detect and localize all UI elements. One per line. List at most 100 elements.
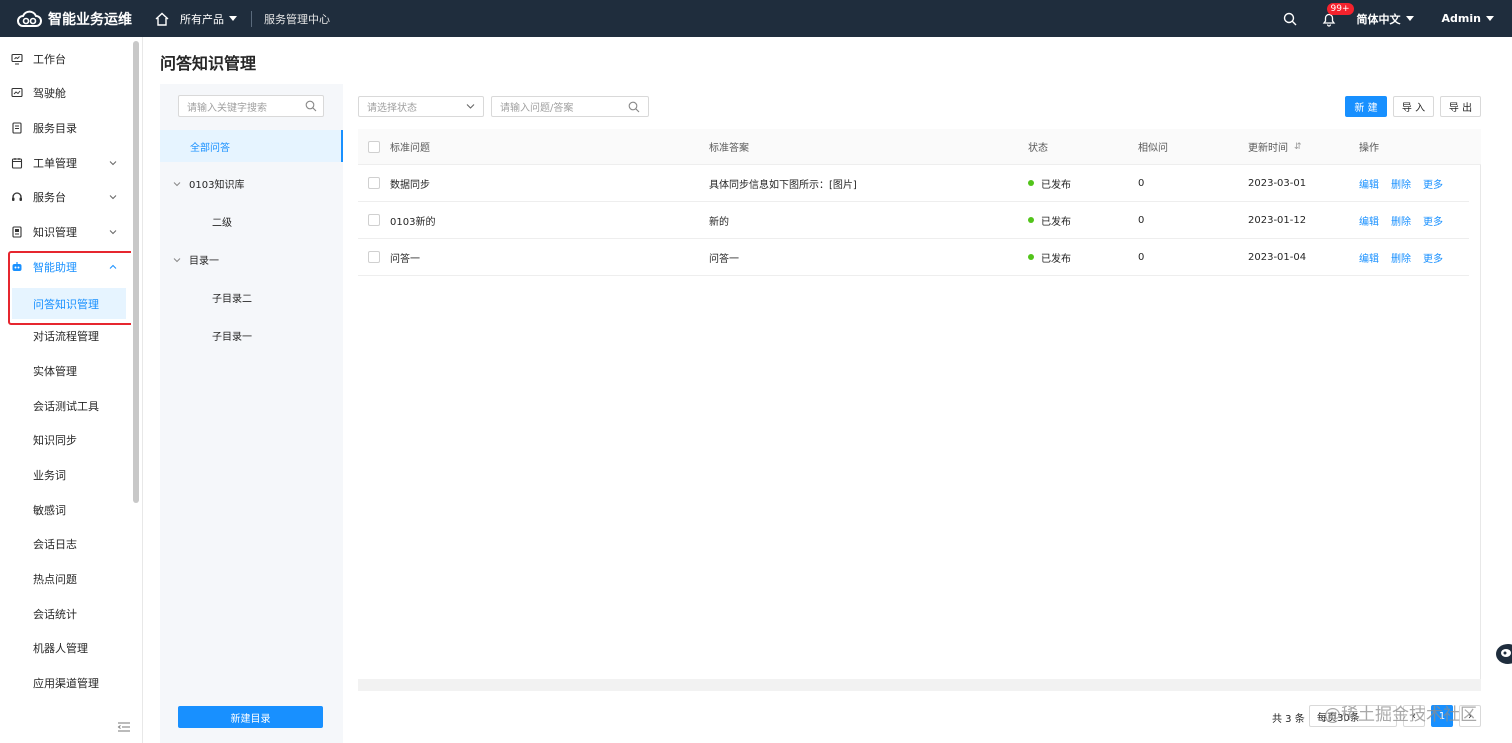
chevron-down-icon[interactable] <box>173 256 181 264</box>
chevron-down-icon <box>109 195 117 200</box>
sidebar-item-label: 会话测试工具 <box>33 400 99 413</box>
delete-link[interactable]: 删除 <box>1391 213 1411 228</box>
edit-link[interactable]: 编辑 <box>1359 250 1379 265</box>
cell-similar: 0 <box>1138 251 1145 263</box>
status-dot <box>1028 254 1034 260</box>
watermark: @稀土掘金技术社区 <box>1324 705 1477 725</box>
sidebar-item-label: 服务目录 <box>33 122 77 135</box>
user-menu[interactable]: Admin <box>1442 12 1494 25</box>
sidebar-item-knowledge-management[interactable]: 知识管理 <box>0 217 131 247</box>
sidebar-item-workbench[interactable]: 工作台 <box>0 44 131 74</box>
sidebar-item-ticket-management[interactable]: 工单管理 <box>0 148 131 178</box>
tree-node-all[interactable]: 全部问答 <box>160 130 343 162</box>
notification-button[interactable]: 99+ <box>1321 2 1354 27</box>
sidebar-item-knowledge-sync[interactable]: 知识同步 <box>0 425 131 455</box>
sidebar-item-channel-management[interactable]: 应用渠道管理 <box>0 668 131 698</box>
row-checkbox[interactable] <box>368 214 380 226</box>
home-button[interactable] <box>154 11 170 27</box>
search-icon[interactable] <box>305 100 317 112</box>
assistant-robot-icon[interactable] <box>1494 642 1512 668</box>
sidebar-item-entity[interactable]: 实体管理 <box>0 356 131 386</box>
sidebar-scrollbar-thumb[interactable] <box>133 41 139 503</box>
delete-link[interactable]: 删除 <box>1391 250 1411 265</box>
column-header-question: 标准问题 <box>390 143 430 154</box>
column-header-updated[interactable]: 更新时间 ⇵ <box>1248 129 1302 164</box>
sidebar-item-session-stats[interactable]: 会话统计 <box>0 599 131 629</box>
select-all-checkbox[interactable] <box>368 140 380 153</box>
brand[interactable]: 智能业务运维 <box>16 0 132 37</box>
column-header-similar: 相似问 <box>1138 143 1168 154</box>
more-link[interactable]: 更多 <box>1423 176 1443 191</box>
new-button[interactable]: 新 建 <box>1345 96 1387 117</box>
table-header: 标准问题 标准答案 状态 相似问 更新时间 ⇵ 操作 <box>358 129 1481 165</box>
tree-node-subdir2[interactable]: 子目录二 <box>212 290 252 305</box>
question-answer-search-input[interactable]: 请输入问题/答案 <box>491 96 649 117</box>
row-checkbox[interactable] <box>368 251 380 263</box>
cell-actions: 编辑 删除 更多 <box>1359 202 1455 238</box>
table-row: 0103新的 新的 已发布 0 2023-01-12 编辑 删除 更多 <box>358 202 1469 239</box>
status-label: 已发布 <box>1041 179 1071 191</box>
sidebar-item-label: 驾驶舱 <box>33 87 66 100</box>
cell-question: 数据同步 <box>390 179 430 191</box>
search-icon[interactable] <box>1283 12 1297 26</box>
cloud-logo-icon <box>17 10 42 27</box>
column-header-actions: 操作 <box>1359 143 1379 154</box>
status-label: 已发布 <box>1041 216 1071 228</box>
sidebar-item-session-test[interactable]: 会话测试工具 <box>0 391 131 421</box>
cell-question: 0103新的 <box>390 216 436 228</box>
status-label: 已发布 <box>1041 253 1071 265</box>
sidebar-item-sensitive-words[interactable]: 敏感词 <box>0 495 131 525</box>
export-button[interactable]: 导 出 <box>1440 96 1481 117</box>
tree-node-0103-kb[interactable]: 0103知识库 <box>173 176 244 191</box>
tree-node-dir1[interactable]: 目录一 <box>173 252 219 267</box>
highlight-annotation <box>8 251 136 325</box>
chevron-down-icon[interactable] <box>173 180 181 188</box>
catalog-icon <box>11 122 23 134</box>
column-header-status: 状态 <box>1028 143 1048 154</box>
more-link[interactable]: 更多 <box>1423 213 1443 228</box>
sidebar-item-label: 服务台 <box>33 191 66 204</box>
sidebar-item-cockpit[interactable]: 驾驶舱 <box>0 78 131 108</box>
row-checkbox[interactable] <box>368 177 380 189</box>
cell-similar: 0 <box>1138 177 1145 189</box>
sidebar-item-session-log[interactable]: 会话日志 <box>0 529 131 559</box>
sidebar-item-business-words[interactable]: 业务词 <box>0 460 131 490</box>
table-row: 问答一 问答一 已发布 0 2023-01-04 编辑 删除 更多 <box>358 239 1469 276</box>
horizontal-scrollbar[interactable] <box>358 679 1481 691</box>
tree-node-level2[interactable]: 二级 <box>212 214 232 229</box>
qa-table: 标准问题 标准答案 状态 相似问 更新时间 ⇵ 操作 数据同步 具体同步信息如下… <box>358 129 1481 691</box>
more-link[interactable]: 更多 <box>1423 250 1443 265</box>
edit-link[interactable]: 编辑 <box>1359 176 1379 191</box>
search-icon[interactable] <box>628 101 640 113</box>
language-dropdown[interactable]: 简体中文 <box>1357 11 1414 27</box>
cell-updated: 2023-01-04 <box>1248 251 1307 263</box>
status-dot <box>1028 180 1034 186</box>
select-all-cell <box>368 129 380 164</box>
sidebar-item-dialog-flow[interactable]: 对话流程管理 <box>0 321 131 351</box>
chevron-down-icon <box>466 104 475 109</box>
tree-search-input[interactable]: 请输入关键字搜索 <box>178 95 324 117</box>
sidebar-item-service-catalog[interactable]: 服务目录 <box>0 113 131 143</box>
menu-collapse-icon[interactable] <box>117 721 131 733</box>
chevron-down-icon <box>109 161 117 166</box>
status-select-placeholder: 请选择状态 <box>367 103 417 114</box>
row-select-cell <box>368 165 380 201</box>
tree-node-subdir1[interactable]: 子目录一 <box>212 328 252 343</box>
sidebar-item-label: 实体管理 <box>33 365 77 378</box>
edit-link[interactable]: 编辑 <box>1359 213 1379 228</box>
delete-link[interactable]: 删除 <box>1391 176 1411 191</box>
sidebar-item-hot-questions[interactable]: 热点问题 <box>0 564 131 594</box>
cell-actions: 编辑 删除 更多 <box>1359 239 1455 275</box>
sidebar-item-robot-management[interactable]: 机器人管理 <box>0 633 131 663</box>
caret-down-icon <box>1486 16 1494 21</box>
chevron-down-icon <box>109 230 117 235</box>
status-select[interactable]: 请选择状态 <box>358 96 484 117</box>
sidebar-item-service-desk[interactable]: 服务台 <box>0 182 131 212</box>
knowledge-icon <box>11 226 23 238</box>
cell-updated: 2023-03-01 <box>1248 177 1307 189</box>
new-directory-button[interactable]: 新建目录 <box>178 706 323 728</box>
service-center-name[interactable]: 服务管理中心 <box>264 11 330 27</box>
import-button[interactable]: 导 入 <box>1393 96 1434 117</box>
all-products-dropdown[interactable]: 所有产品 <box>180 11 237 27</box>
sort-icon[interactable]: ⇵ <box>1294 142 1302 152</box>
